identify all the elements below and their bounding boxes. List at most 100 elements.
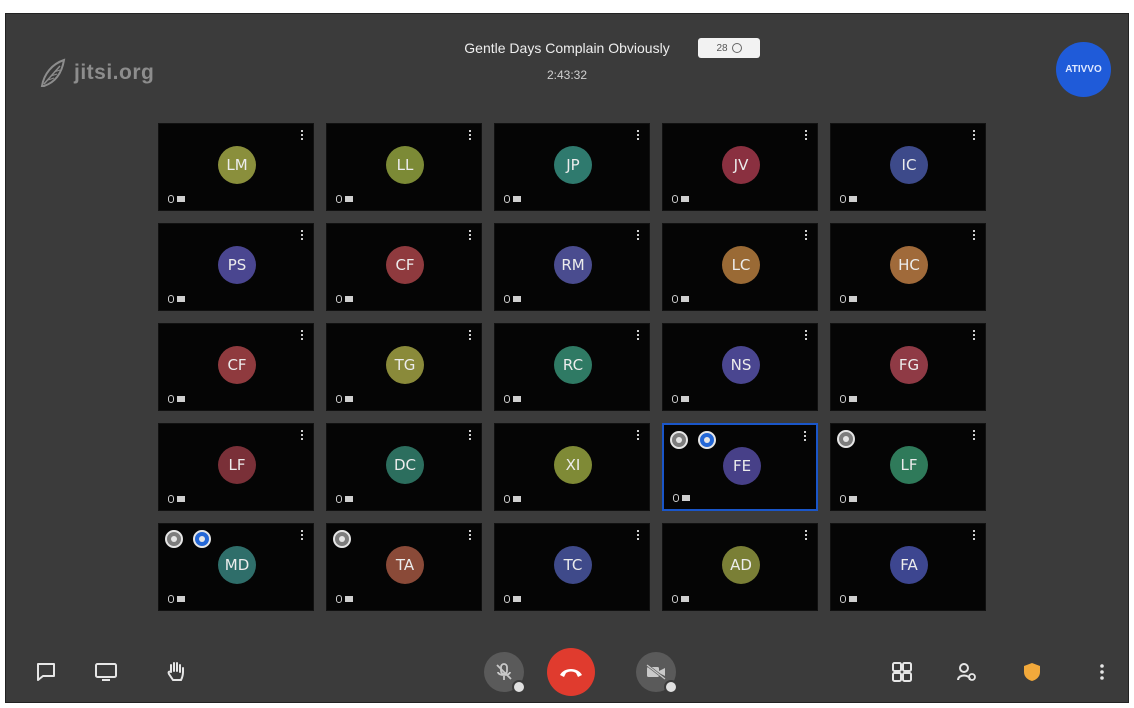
tile-menu-icon[interactable]	[469, 530, 472, 540]
camera-options-chevron-icon[interactable]	[664, 680, 678, 694]
tile-menu-icon[interactable]	[469, 230, 472, 240]
chat-button[interactable]	[30, 656, 62, 688]
tile-menu-icon[interactable]	[805, 130, 808, 140]
participant-tile[interactable]: PS	[158, 223, 314, 311]
hangup-button[interactable]	[547, 648, 595, 696]
tile-menu-icon[interactable]	[973, 230, 976, 240]
tile-status-icons	[336, 195, 353, 203]
participant-tile[interactable]: XI	[494, 423, 650, 511]
participant-tile[interactable]: LC	[662, 223, 818, 311]
participant-avatar: PS	[218, 246, 256, 284]
participant-tile[interactable]: TC	[494, 523, 650, 611]
tile-menu-icon[interactable]	[637, 130, 640, 140]
participant-tile[interactable]: JP	[494, 123, 650, 211]
camera-status-icon	[849, 596, 857, 602]
tile-menu-icon[interactable]	[804, 431, 807, 441]
camera-status-icon	[345, 396, 353, 402]
participant-tile[interactable]: JV	[662, 123, 818, 211]
tile-menu-icon[interactable]	[973, 430, 976, 440]
tile-menu-icon[interactable]	[973, 130, 976, 140]
security-shield-icon	[1024, 663, 1040, 681]
tile-menu-icon[interactable]	[637, 330, 640, 340]
participant-tile[interactable]: CF	[326, 223, 482, 311]
participant-count-badge[interactable]: 28	[698, 38, 760, 58]
participant-tile[interactable]: NS	[662, 323, 818, 411]
participant-tile[interactable]: LL	[326, 123, 482, 211]
participants-button[interactable]	[950, 656, 982, 688]
tile-status-icons	[840, 195, 857, 203]
dominant-speaker-indicator-icon	[698, 431, 716, 449]
connection-indicator-icon	[333, 530, 351, 548]
tile-menu-icon[interactable]	[301, 530, 304, 540]
camera-status-icon	[345, 196, 353, 202]
participant-tile[interactable]: IC	[830, 123, 986, 211]
tile-view-button[interactable]	[886, 656, 918, 688]
tile-menu-icon[interactable]	[637, 430, 640, 440]
mic-status-icon	[672, 195, 678, 203]
tile-status-icons	[840, 395, 857, 403]
camera-status-icon	[849, 496, 857, 502]
tile-menu-icon[interactable]	[301, 330, 304, 340]
camera-status-icon	[682, 495, 690, 501]
camera-status-icon	[177, 596, 185, 602]
tile-menu-icon[interactable]	[301, 130, 304, 140]
tile-menu-icon[interactable]	[301, 430, 304, 440]
chat-icon	[37, 663, 55, 681]
security-button[interactable]	[1016, 656, 1048, 688]
tile-menu-icon[interactable]	[469, 330, 472, 340]
participant-avatar: RC	[554, 346, 592, 384]
tile-status-icons	[840, 295, 857, 303]
tile-menu-icon[interactable]	[301, 230, 304, 240]
tile-menu-icon[interactable]	[637, 230, 640, 240]
tile-menu-icon[interactable]	[469, 130, 472, 140]
participant-tile[interactable]: LF	[158, 423, 314, 511]
mic-status-icon	[336, 295, 342, 303]
participants-group-icon	[731, 43, 742, 53]
tile-status-icons	[336, 595, 353, 603]
camera-status-icon	[177, 196, 185, 202]
tile-menu-icon[interactable]	[805, 330, 808, 340]
participant-tile[interactable]: FG	[830, 323, 986, 411]
screenshare-button[interactable]	[90, 656, 122, 688]
tile-menu-icon[interactable]	[637, 530, 640, 540]
participant-tile[interactable]: HC	[830, 223, 986, 311]
microphone-button[interactable]	[484, 652, 526, 694]
camera-status-icon	[849, 296, 857, 302]
hangup-icon	[560, 669, 582, 677]
tile-status-icons	[840, 495, 857, 503]
tile-menu-icon[interactable]	[973, 330, 976, 340]
camera-status-icon	[177, 496, 185, 502]
participant-avatar: IC	[890, 146, 928, 184]
participant-tile[interactable]: RM	[494, 223, 650, 311]
participant-tile[interactable]: DC	[326, 423, 482, 511]
tile-menu-icon[interactable]	[469, 430, 472, 440]
tile-menu-icon[interactable]	[805, 230, 808, 240]
mic-options-chevron-icon[interactable]	[512, 680, 526, 694]
tile-status-icons	[672, 395, 689, 403]
participant-tile[interactable]: RC	[494, 323, 650, 411]
tile-menu-icon[interactable]	[973, 530, 976, 540]
local-user-avatar[interactable]: ATIVVO	[1056, 42, 1111, 97]
participant-tile[interactable]: FA	[830, 523, 986, 611]
participant-avatar: MD	[218, 546, 256, 584]
more-options-button[interactable]	[1086, 656, 1118, 688]
participant-tile[interactable]: LM	[158, 123, 314, 211]
camera-button[interactable]	[636, 652, 678, 694]
participant-avatar: LM	[218, 146, 256, 184]
participant-avatar: RM	[554, 246, 592, 284]
participant-tile[interactable]: AD	[662, 523, 818, 611]
mic-status-icon	[840, 495, 846, 503]
raise-hand-button[interactable]	[160, 656, 192, 688]
participant-tile[interactable]: LF	[830, 423, 986, 511]
dominant-speaker-indicator-icon	[193, 530, 211, 548]
conference-window: jitsi.org Gentle Days Complain Obviously…	[5, 13, 1129, 703]
participant-tile[interactable]: CF	[158, 323, 314, 411]
participants-icon	[957, 663, 976, 681]
participant-tile[interactable]: MD	[158, 523, 314, 611]
participant-tile[interactable]: FE	[662, 423, 818, 511]
participant-avatar: FE	[723, 447, 761, 485]
participant-tile[interactable]: TG	[326, 323, 482, 411]
tile-menu-icon[interactable]	[805, 530, 808, 540]
participant-tile[interactable]: TA	[326, 523, 482, 611]
mic-status-icon	[504, 395, 510, 403]
